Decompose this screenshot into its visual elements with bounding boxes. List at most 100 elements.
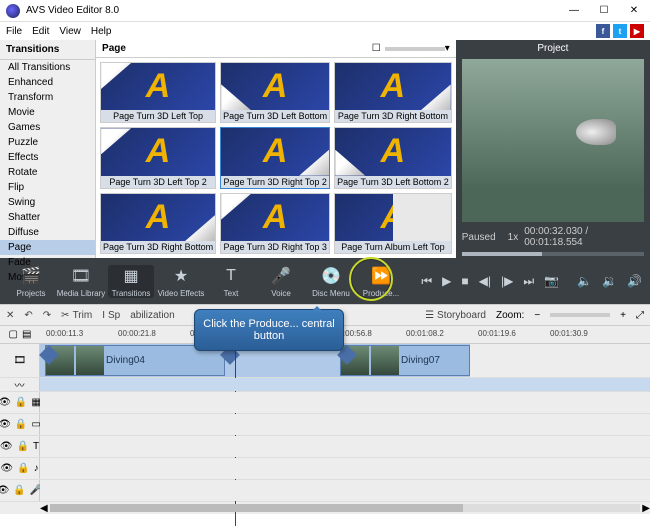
- medialib-button[interactable]: 🎞Media Library: [58, 265, 104, 298]
- app-icon: [6, 4, 20, 18]
- play-button[interactable]: ▶: [442, 274, 451, 288]
- transition-thumb[interactable]: APage Turn 3D Right Bottom: [100, 193, 216, 254]
- delete-button[interactable]: ✕: [6, 310, 14, 321]
- collapse-all-icon[interactable]: ▢: [9, 329, 18, 340]
- zoom-in-button[interactable]: +: [620, 310, 626, 321]
- lock-icon[interactable]: 🔒: [17, 441, 29, 452]
- mute-button[interactable]: 🔈: [577, 274, 592, 288]
- prev-button[interactable]: ⏮: [421, 274, 432, 289]
- vol-up-button[interactable]: 🔊: [627, 274, 642, 288]
- stabilization-button[interactable]: abilization: [130, 310, 174, 321]
- vol-down-button[interactable]: 🔉: [602, 274, 617, 288]
- sidebar-item-puzzle[interactable]: Puzzle: [0, 135, 95, 150]
- playback-controls: ⏮ ▶ ■ ◀| |▶ ⏭ 📷 🔈 🔉 🔊: [421, 274, 642, 289]
- sidebar-item-shatter[interactable]: Shatter: [0, 210, 95, 225]
- menu-file[interactable]: File: [6, 26, 22, 37]
- split-button[interactable]: I Sp: [102, 310, 120, 321]
- stop-button[interactable]: ■: [461, 274, 468, 288]
- lock-icon[interactable]: 🔒: [15, 419, 27, 430]
- sidebar-item-page[interactable]: Page: [0, 240, 95, 255]
- thumb-label: Page Turn 3D Left Top 2: [101, 176, 215, 188]
- view-mode-button[interactable]: ☰ Storyboard: [425, 310, 486, 321]
- sidebar-item-effects[interactable]: Effects: [0, 150, 95, 165]
- eye-icon[interactable]: 👁: [0, 463, 13, 474]
- zoom-out-button[interactable]: −: [534, 310, 540, 321]
- twitter-icon[interactable]: t: [613, 24, 627, 38]
- expand-all-icon[interactable]: ▤: [22, 329, 31, 340]
- lock-icon[interactable]: 🔒: [13, 485, 25, 496]
- sidebar-item-all-transitions[interactable]: All Transitions: [0, 60, 95, 75]
- sidebar-item-flip[interactable]: Flip: [0, 180, 95, 195]
- preview-header: Project: [456, 40, 650, 57]
- step-back-button[interactable]: ◀|: [479, 274, 491, 288]
- minimize-button[interactable]: —: [564, 5, 584, 16]
- audio-wave-icon: 〰: [15, 377, 25, 392]
- music-track-icon: ♪: [34, 463, 39, 474]
- eye-icon[interactable]: 👁: [0, 419, 11, 430]
- vfx-button[interactable]: ★Video Effects: [158, 265, 204, 298]
- eye-icon[interactable]: 👁: [0, 485, 9, 496]
- transition-thumb[interactable]: APage Turn 3D Left Top: [100, 62, 216, 123]
- transition-thumb[interactable]: APage Turn 3D Left Bottom 2: [334, 127, 452, 188]
- effects-track[interactable]: 👁🔒▦: [0, 392, 650, 414]
- close-button[interactable]: ✕: [624, 5, 644, 16]
- discmenu-button[interactable]: 💿Disc Menu: [308, 265, 354, 298]
- thumb-size-slider[interactable]: [385, 47, 445, 51]
- menu-view[interactable]: View: [59, 26, 81, 37]
- transition-thumb[interactable]: APage Turn 3D Right Top 3: [220, 193, 330, 254]
- transition-thumb[interactable]: APage Turn Album Left Top: [334, 193, 452, 254]
- sidebar-item-diffuse[interactable]: Diffuse: [0, 225, 95, 240]
- text-track[interactable]: 👁🔒T: [0, 436, 650, 458]
- sidebar-item-enhanced[interactable]: Enhanced: [0, 75, 95, 90]
- text-button[interactable]: TText: [208, 265, 254, 298]
- titlebar: AVS Video Editor 8.0 — ☐ ✕: [0, 0, 650, 22]
- thumb-label: Page Turn 3D Left Top: [101, 110, 215, 122]
- overlay-track[interactable]: 👁🔒▭: [0, 414, 650, 436]
- preview-video[interactable]: [462, 59, 644, 222]
- zoom-fit-button[interactable]: ⤢: [636, 310, 644, 321]
- grid-icon[interactable]: ☐: [372, 43, 381, 54]
- maximize-button[interactable]: ☐: [594, 5, 614, 16]
- zoom-slider[interactable]: [550, 313, 610, 317]
- menu-help[interactable]: Help: [91, 26, 112, 37]
- timeline: ▢ ▤ 00:00:11.300:00:21.800:00:32.700:00:…: [0, 326, 650, 514]
- eye-icon[interactable]: 👁: [0, 397, 11, 408]
- step-fwd-button[interactable]: |▶: [501, 274, 513, 288]
- preview-info: Paused 1x 00:00:32.030 / 00:01:18.554: [456, 224, 650, 250]
- thumb-label: Page Turn 3D Left Bottom 2: [335, 176, 451, 188]
- page-panel-title: Page: [102, 43, 372, 54]
- lock-icon[interactable]: 🔒: [17, 463, 29, 474]
- transition-thumb[interactable]: APage Turn 3D Left Top 2: [100, 127, 216, 188]
- music-track[interactable]: 👁 🔒 ♪: [0, 458, 650, 480]
- seek-bar[interactable]: [462, 252, 644, 256]
- page-panel: Page ☐ ▾ APage Turn 3D Left TopAPage Tur…: [96, 40, 456, 258]
- sidebar-item-games[interactable]: Games: [0, 120, 95, 135]
- video-content: [576, 119, 616, 145]
- redo-button[interactable]: ↷: [43, 310, 51, 321]
- transition-thumb[interactable]: APage Turn 3D Left Bottom: [220, 62, 330, 123]
- facebook-icon[interactable]: f: [596, 24, 610, 38]
- voice-track[interactable]: 👁🔒🎤: [0, 480, 650, 502]
- sidebar-item-transform[interactable]: Transform: [0, 90, 95, 105]
- menu-edit[interactable]: Edit: [32, 26, 49, 37]
- voice-button[interactable]: 🎤Voice: [258, 265, 304, 298]
- snapshot-button[interactable]: 📷: [544, 274, 559, 288]
- lock-icon[interactable]: 🔒: [15, 397, 27, 408]
- youtube-icon[interactable]: ▶: [630, 24, 644, 38]
- sidebar-item-rotate[interactable]: Rotate: [0, 165, 95, 180]
- timeline-scrollbar[interactable]: ◀ ▶: [0, 502, 650, 514]
- next-button[interactable]: ⏭: [523, 274, 534, 289]
- transitions-button[interactable]: ▦Transitions: [108, 265, 154, 298]
- audio-sub-track[interactable]: 〰: [0, 378, 650, 392]
- projects-button[interactable]: 🎬Projects: [8, 265, 54, 298]
- transition-thumb[interactable]: APage Turn 3D Right Bottom: [334, 62, 452, 123]
- produce-button[interactable]: ⏩Produce...: [358, 265, 404, 298]
- eye-icon[interactable]: 👁: [0, 441, 13, 452]
- video-clip[interactable]: Diving07: [340, 345, 470, 376]
- sidebar-item-movie[interactable]: Movie: [0, 105, 95, 120]
- undo-button[interactable]: ↶: [24, 310, 32, 321]
- transition-thumb[interactable]: APage Turn 3D Right Top 2: [220, 127, 330, 188]
- trim-button[interactable]: ✂ Trim: [61, 310, 92, 321]
- dropdown-icon[interactable]: ▾: [445, 43, 450, 54]
- sidebar-item-swing[interactable]: Swing: [0, 195, 95, 210]
